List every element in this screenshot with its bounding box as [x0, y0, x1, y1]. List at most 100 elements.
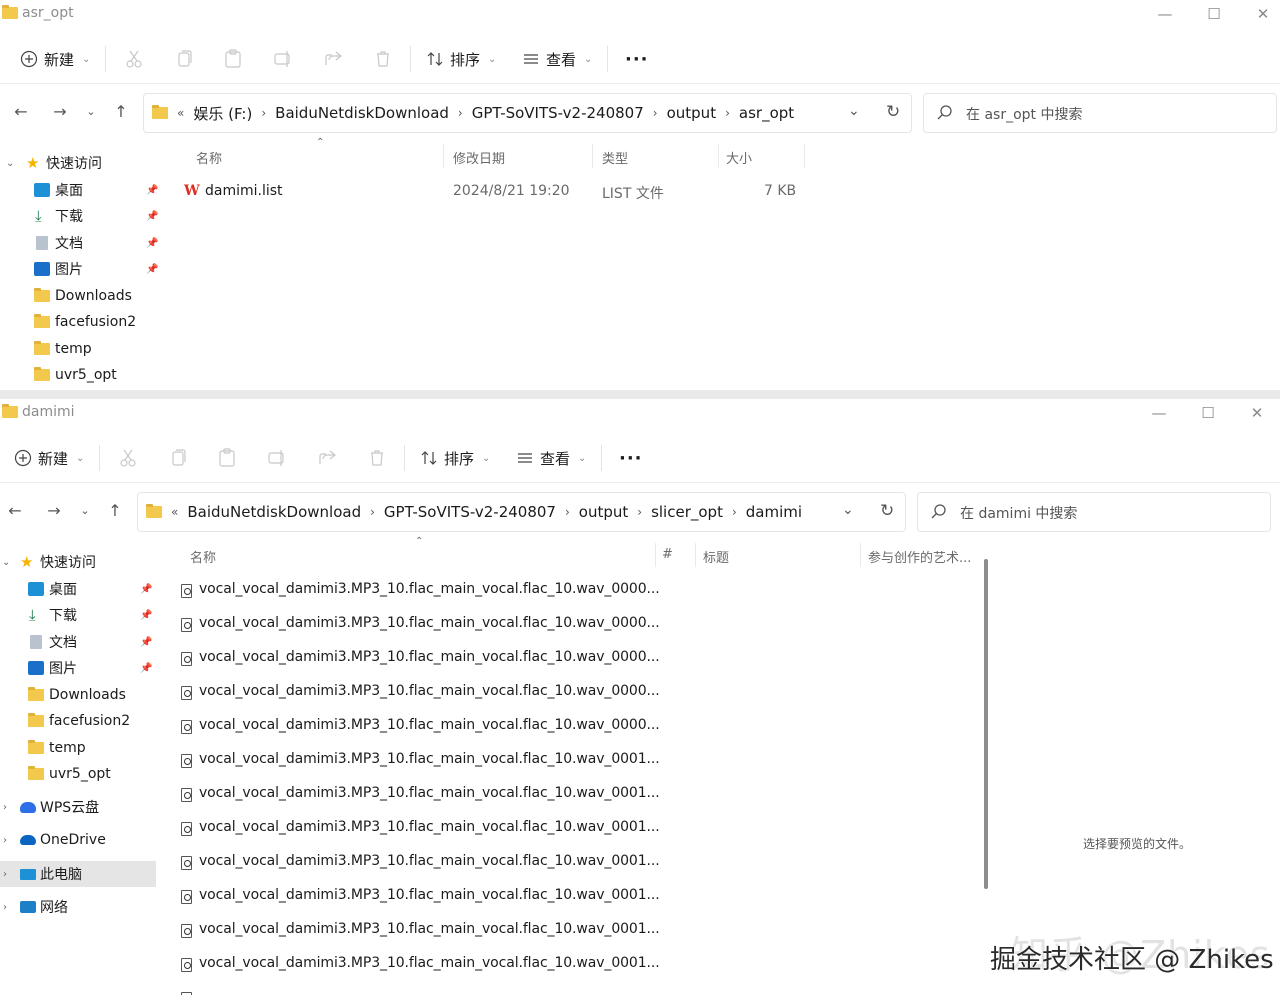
breadcrumb-separator-icon[interactable]: › [370, 505, 375, 519]
address-dropdown-icon[interactable]: ⌄ [848, 103, 860, 119]
table-row[interactable]: vocal_vocal_damimi3.MP3_10.flac_main_voc… [178, 883, 660, 911]
breadcrumb-separator-icon[interactable]: › [653, 106, 658, 120]
breadcrumb-overflow[interactable]: « [177, 106, 184, 120]
sidebar-item-downloads-zh[interactable]: ⤓ 下载 📌 [0, 602, 158, 628]
more-options-button[interactable]: ··· [625, 34, 649, 84]
cut-icon[interactable] [123, 47, 145, 71]
breadcrumb-overflow[interactable]: « [171, 505, 178, 519]
sidebar-item-quick-access[interactable]: ⌄ ★ 快速访问 [0, 549, 158, 575]
breadcrumb-separator-icon[interactable]: › [732, 505, 737, 519]
paste-icon[interactable] [222, 47, 244, 71]
more-options-button[interactable]: ··· [619, 433, 643, 483]
table-row[interactable] [178, 985, 648, 995]
table-row[interactable]: vocal_vocal_damimi3.MP3_10.flac_main_voc… [178, 713, 660, 741]
minimize-button[interactable]: — [1150, 3, 1180, 25]
column-header-name[interactable]: 名称 [196, 148, 222, 167]
new-button[interactable]: 新建 ⌄ [20, 34, 90, 84]
refresh-icon[interactable]: ↻ [886, 102, 900, 122]
table-row[interactable]: vocal_vocal_damimi3.MP3_10.flac_main_voc… [178, 747, 660, 775]
address-bar[interactable]: « 娱乐 (F:) › BaiduNetdiskDownload › GPT-S… [143, 93, 912, 133]
breadcrumb-item[interactable]: output [667, 104, 716, 122]
breadcrumb-item[interactable]: asr_opt [739, 104, 794, 122]
column-header-type[interactable]: 类型 [602, 148, 628, 167]
delete-icon[interactable] [366, 446, 388, 470]
breadcrumb-item[interactable]: output [579, 503, 628, 521]
forward-arrow-icon[interactable]: → [43, 501, 65, 520]
table-row[interactable]: vocal_vocal_damimi3.MP3_10.flac_main_voc… [178, 577, 660, 605]
sidebar-item-temp[interactable]: temp [0, 735, 158, 761]
search-box[interactable]: 在 damimi 中搜索 [917, 492, 1271, 532]
sidebar-item-documents[interactable]: 文档 📌 [0, 629, 158, 655]
maximize-button[interactable]: ☐ [1199, 3, 1229, 25]
column-header-modified[interactable]: 修改日期 [453, 148, 505, 167]
sidebar-item-pictures[interactable]: 图片 📌 [0, 655, 158, 681]
breadcrumb-separator-icon[interactable]: › [565, 505, 570, 519]
back-arrow-icon[interactable]: ← [4, 501, 26, 520]
forward-arrow-icon[interactable]: → [49, 102, 71, 121]
vertical-scrollbar[interactable] [984, 559, 988, 889]
table-row[interactable]: vocal_vocal_damimi3.MP3_10.flac_main_voc… [178, 645, 660, 673]
table-row[interactable]: vocal_vocal_damimi3.MP3_10.flac_main_voc… [178, 917, 660, 945]
recent-locations-chevron-icon[interactable]: ⌄ [80, 105, 102, 118]
sort-button[interactable]: 排序 ⌄ [420, 433, 490, 483]
sidebar-item-downloads[interactable]: Downloads [0, 682, 158, 708]
search-box[interactable]: 在 asr_opt 中搜索 [923, 93, 1277, 133]
table-row[interactable]: vocal_vocal_damimi3.MP3_10.flac_main_voc… [178, 951, 660, 979]
column-header-number[interactable]: # [662, 547, 673, 562]
sidebar-item-downloads[interactable]: Downloads [0, 283, 158, 309]
chevron-right-icon[interactable]: › [3, 869, 7, 880]
new-button[interactable]: 新建 ⌄ [14, 433, 84, 483]
refresh-icon[interactable]: ↻ [880, 501, 894, 521]
column-divider[interactable] [655, 543, 656, 567]
column-divider[interactable] [718, 144, 719, 168]
copy-icon[interactable] [173, 47, 195, 71]
sidebar-item-desktop[interactable]: 桌面 📌 [0, 177, 158, 203]
sidebar-item-pictures[interactable]: 图片 📌 [0, 256, 158, 282]
table-row[interactable]: vocal_vocal_damimi3.MP3_10.flac_main_voc… [178, 611, 660, 639]
table-row[interactable]: vocal_vocal_damimi3.MP3_10.flac_main_voc… [178, 679, 660, 707]
chevron-down-icon[interactable]: ⌄ [2, 557, 10, 568]
breadcrumb-separator-icon[interactable]: › [725, 106, 730, 120]
sidebar-item-wps-cloud[interactable]: › WPS云盘 [0, 794, 158, 820]
close-button[interactable]: ✕ [1248, 3, 1278, 25]
up-arrow-icon[interactable]: ↑ [110, 102, 132, 121]
sidebar-item-facefusion2[interactable]: facefusion2 [0, 309, 158, 335]
breadcrumb-separator-icon[interactable]: › [458, 106, 463, 120]
copy-icon[interactable] [167, 446, 189, 470]
share-icon[interactable] [316, 446, 338, 470]
column-divider[interactable] [860, 543, 861, 567]
breadcrumb-separator-icon[interactable]: › [261, 106, 266, 120]
breadcrumb-separator-icon[interactable]: › [637, 505, 642, 519]
recent-locations-chevron-icon[interactable]: ⌄ [74, 504, 96, 517]
breadcrumb-item[interactable]: damimi [746, 503, 802, 521]
delete-icon[interactable] [372, 47, 394, 71]
view-button[interactable]: 查看 ⌄ [516, 433, 586, 483]
column-header-name[interactable]: 名称 [190, 547, 216, 566]
sidebar-item-network[interactable]: › 网络 [0, 894, 158, 920]
rename-icon[interactable] [266, 446, 288, 470]
sidebar-item-uvr5-opt[interactable]: uvr5_opt [0, 761, 158, 787]
breadcrumb-item[interactable]: GPT-SoVITS-v2-240807 [472, 104, 644, 122]
chevron-down-icon[interactable]: ⌄ [6, 158, 14, 169]
table-row[interactable]: vocal_vocal_damimi3.MP3_10.flac_main_voc… [178, 849, 660, 877]
sidebar-item-this-pc[interactable]: › 此电脑 [0, 861, 156, 887]
paste-icon[interactable] [216, 446, 238, 470]
breadcrumb-item[interactable]: slicer_opt [651, 503, 723, 521]
share-icon[interactable] [322, 47, 344, 71]
table-row[interactable]: vocal_vocal_damimi3.MP3_10.flac_main_voc… [178, 781, 660, 809]
column-header-size[interactable]: 大小 [726, 148, 752, 167]
sidebar-item-facefusion2[interactable]: facefusion2 [0, 708, 158, 734]
sidebar-item-uvr5-opt[interactable]: uvr5_opt [0, 362, 158, 388]
breadcrumb-item[interactable]: BaiduNetdiskDownload [187, 503, 361, 521]
column-divider[interactable] [592, 144, 593, 168]
rename-icon[interactable] [272, 47, 294, 71]
column-divider[interactable] [695, 543, 696, 567]
chevron-right-icon[interactable]: › [3, 835, 7, 846]
breadcrumb-item[interactable]: GPT-SoVITS-v2-240807 [384, 503, 556, 521]
table-row[interactable]: vocal_vocal_damimi3.MP3_10.flac_main_voc… [178, 815, 660, 843]
back-arrow-icon[interactable]: ← [10, 102, 32, 121]
column-divider[interactable] [443, 144, 444, 168]
column-header-title[interactable]: 标题 [703, 547, 729, 566]
sidebar-item-downloads-zh[interactable]: ⤓ 下载 📌 [0, 203, 158, 229]
maximize-button[interactable]: ☐ [1193, 402, 1223, 424]
